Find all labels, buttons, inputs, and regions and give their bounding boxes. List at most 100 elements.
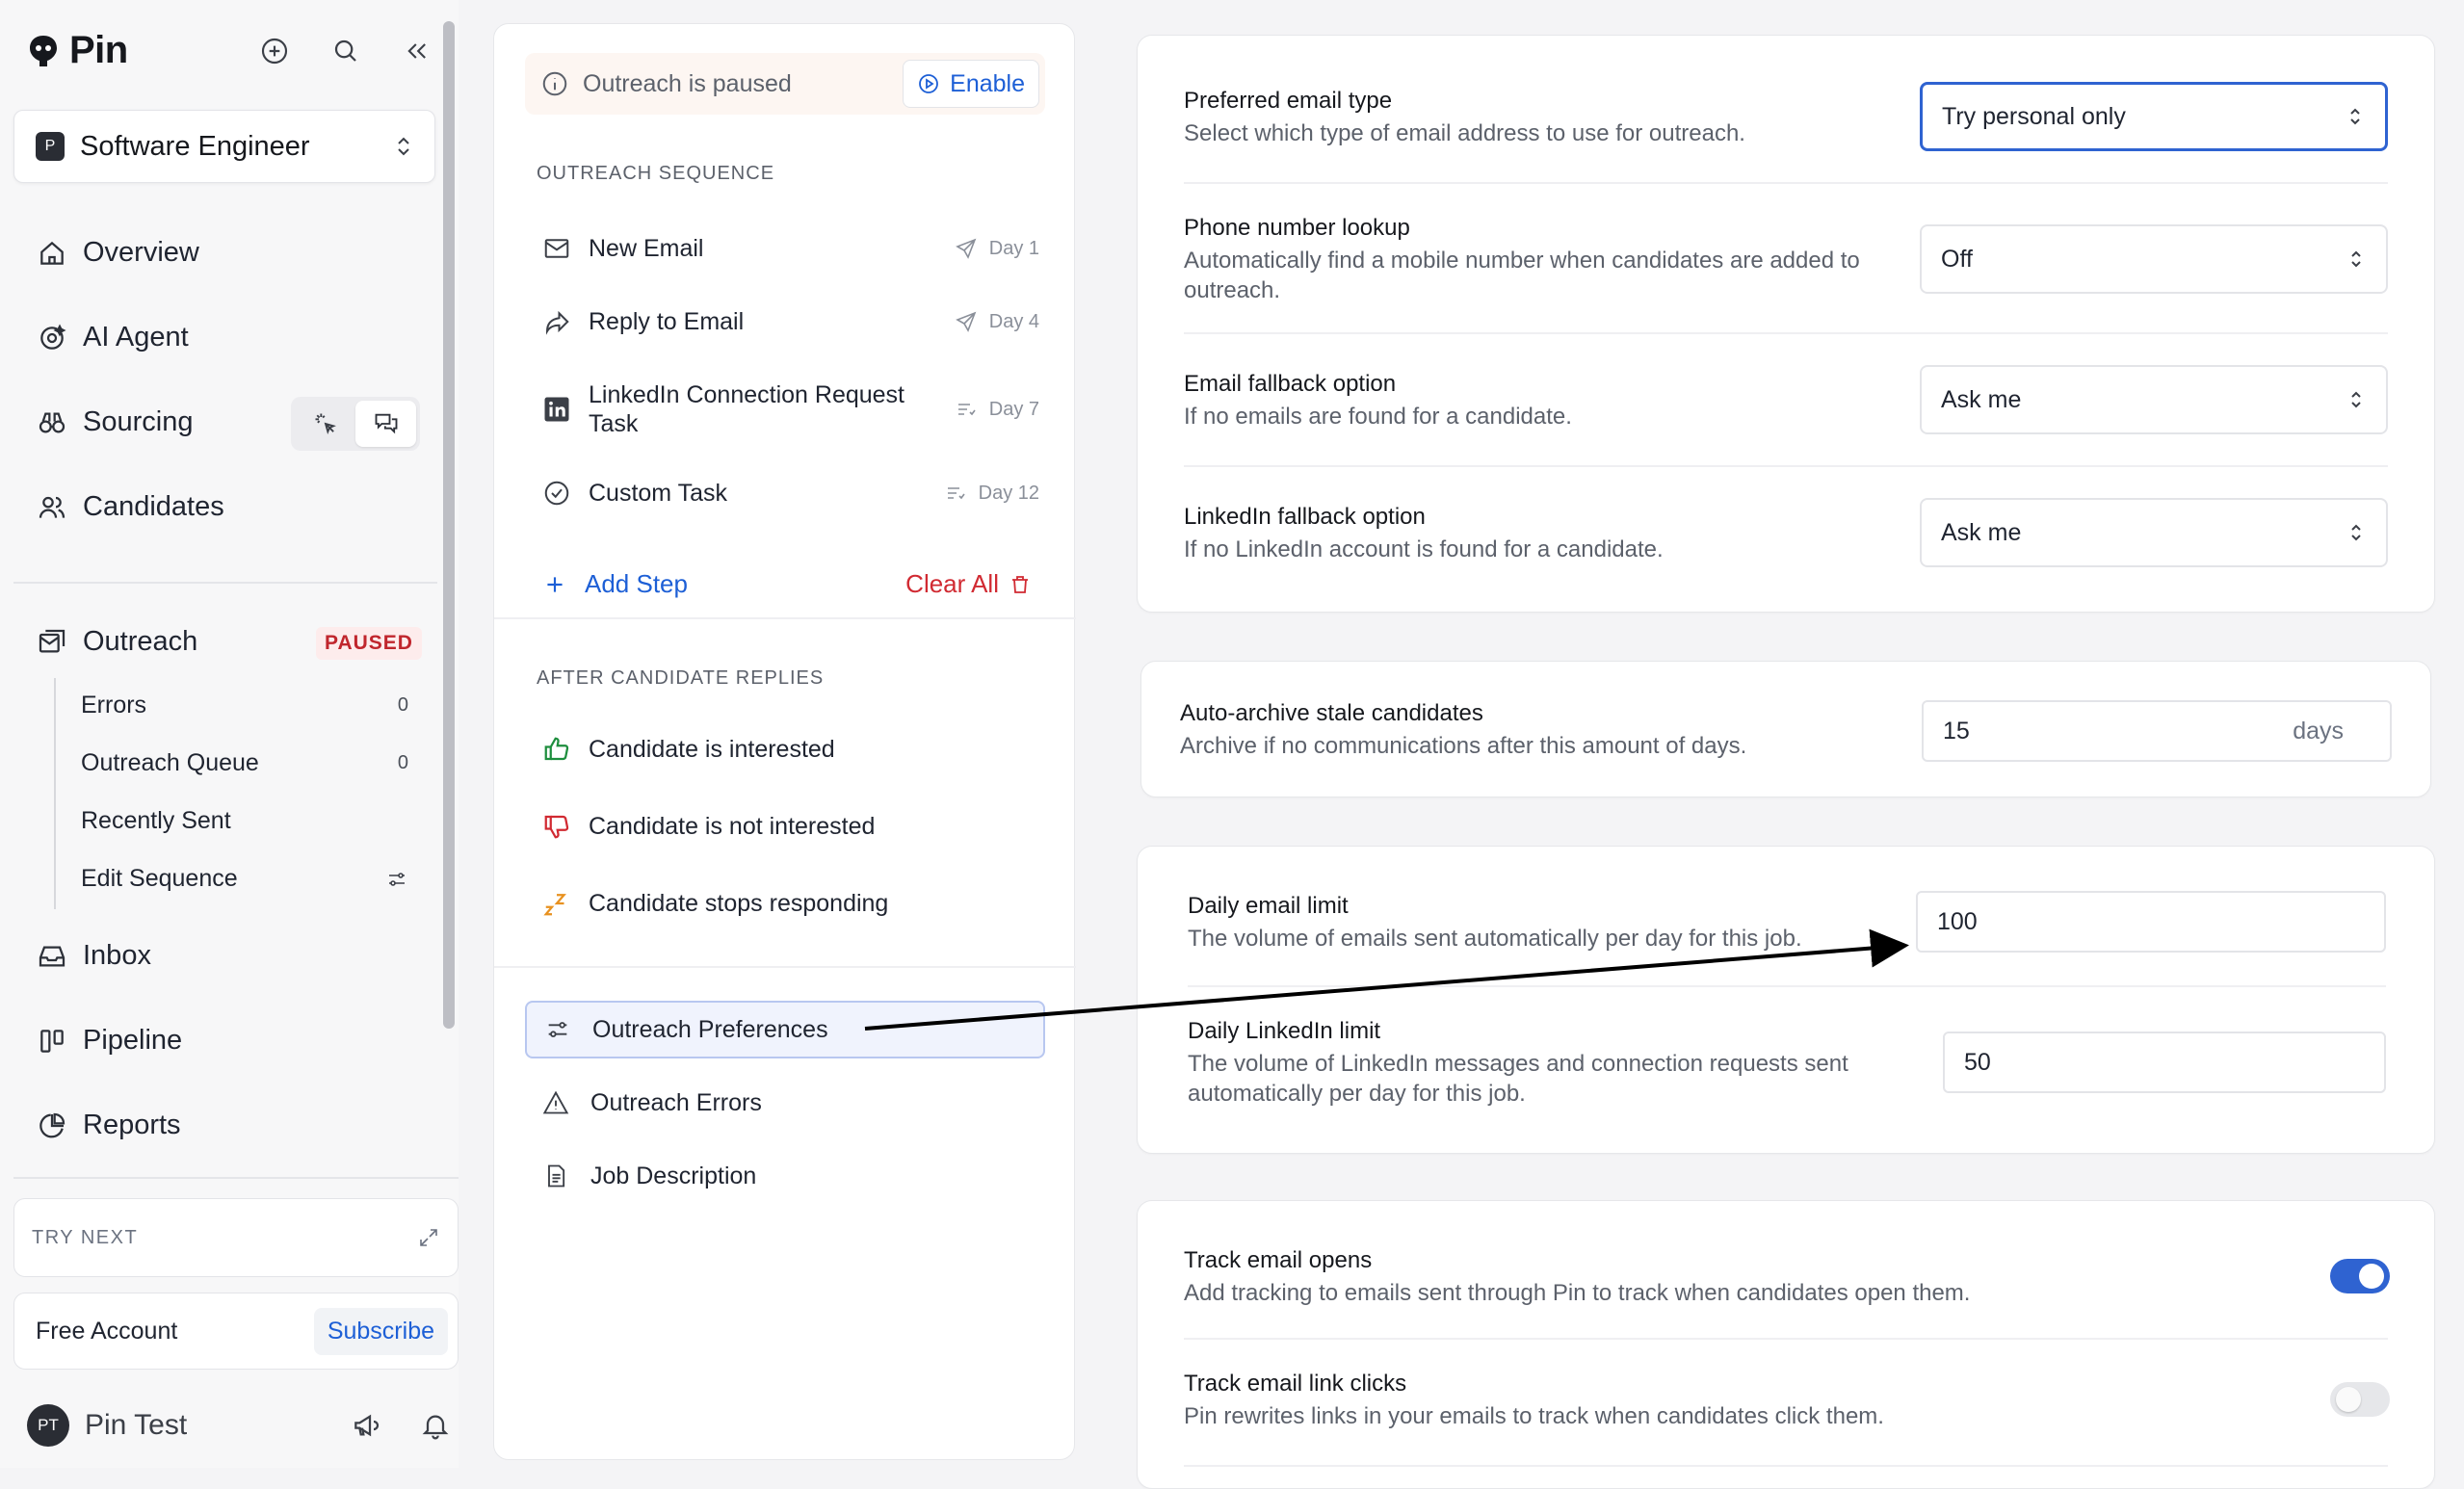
- chevron-updown-icon: [2350, 108, 2360, 125]
- binoculars-icon: [39, 412, 66, 432]
- track-clicks-toggle[interactable]: [2330, 1382, 2390, 1417]
- email-fallback-select[interactable]: Ask me: [1920, 365, 2388, 434]
- sub-item-recently-sent[interactable]: Recently Sent: [81, 807, 408, 835]
- pie-chart-icon: [39, 1112, 66, 1137]
- nav-outreach-preferences[interactable]: Outreach Preferences: [525, 1001, 1045, 1058]
- row-divider: [1184, 465, 2388, 467]
- inbox-icon: [39, 946, 66, 966]
- job-name: Software Engineer: [80, 130, 310, 162]
- thumbs-down-icon: [544, 815, 569, 839]
- nav-reports[interactable]: Reports: [37, 1110, 181, 1141]
- sidebar-scrollbar[interactable]: [443, 21, 455, 1029]
- daily-linkedin-limit-input[interactable]: 50: [1943, 1032, 2386, 1093]
- account-plan: Free Account Subscribe: [13, 1293, 459, 1370]
- avatar[interactable]: PT: [27, 1404, 69, 1447]
- count-badge: 0: [397, 752, 408, 773]
- reply-rule-not-interested[interactable]: Candidate is not interested: [542, 812, 875, 841]
- chevron-updown-icon: [2351, 391, 2361, 408]
- reply-rule-stops-responding[interactable]: Candidate stops responding: [542, 889, 888, 918]
- trash-icon: [1012, 575, 1028, 593]
- sliders-icon: [389, 872, 405, 886]
- section-label-sequence: OUTREACH SEQUENCE: [537, 163, 775, 184]
- app-logo[interactable]: Pin: [27, 29, 128, 72]
- sparkle-cursor-icon[interactable]: [295, 401, 355, 447]
- users-icon: [39, 496, 66, 518]
- preferred-email-select[interactable]: Try personal only: [1920, 82, 2388, 151]
- mail-icon: [544, 239, 569, 258]
- try-next-panel[interactable]: TRY NEXT: [13, 1198, 459, 1277]
- row-divider: [1188, 985, 2386, 987]
- add-step-button[interactable]: Add Step: [542, 569, 688, 599]
- linkedin-fallback-select[interactable]: Ask me: [1920, 498, 2388, 567]
- nav-sourcing[interactable]: Sourcing: [37, 406, 193, 438]
- sourcing-mode-toggle: [291, 397, 420, 451]
- subscribe-button[interactable]: Subscribe: [313, 1307, 448, 1355]
- chevron-updown-icon: [398, 137, 409, 156]
- reply-rule-interested[interactable]: Candidate is interested: [542, 735, 835, 764]
- nav-job-description[interactable]: Job Description: [525, 1147, 1045, 1205]
- auto-archive-days-input[interactable]: 15 days: [1922, 700, 2392, 762]
- days-unit-label: days: [2293, 717, 2344, 744]
- check-circle-icon: [544, 481, 569, 506]
- send-icon: [955, 311, 977, 332]
- nav-outreach[interactable]: Outreach: [37, 626, 197, 658]
- expand-icon[interactable]: [417, 1226, 440, 1249]
- chevron-updown-icon: [2351, 250, 2361, 268]
- sequence-step[interactable]: New Email Day 1: [542, 234, 1039, 263]
- sequence-step[interactable]: LinkedIn Connection Request Task Day 7: [542, 380, 1039, 438]
- task-list-icon: [947, 487, 965, 500]
- nav-outreach-errors[interactable]: Outreach Errors: [525, 1074, 1045, 1132]
- sequence-step[interactable]: Custom Task Day 12: [542, 479, 1039, 508]
- megaphone-icon[interactable]: [351, 1410, 381, 1441]
- nav-inbox[interactable]: Inbox: [37, 940, 151, 972]
- count-badge: 0: [397, 694, 408, 716]
- outreach-paused-banner: Outreach is paused Enable: [525, 53, 1045, 115]
- sub-item-outreach-queue[interactable]: Outreach Queue 0: [81, 749, 408, 777]
- sequence-step[interactable]: Reply to Email Day 4: [542, 307, 1039, 336]
- job-selector[interactable]: P Software Engineer: [13, 110, 435, 183]
- row-divider: [1184, 182, 2388, 184]
- tracking-card: Track email opens Add tracking to emails…: [1137, 1200, 2435, 1489]
- thumbs-up-icon: [544, 737, 569, 761]
- phone-lookup-select[interactable]: Off: [1920, 224, 2388, 294]
- bell-icon[interactable]: [420, 1410, 451, 1441]
- outreach-icon: [39, 629, 66, 652]
- info-icon: [542, 71, 567, 96]
- chat-bubbles-icon[interactable]: [355, 401, 416, 447]
- row-divider: [1184, 332, 2388, 334]
- chevron-updown-icon: [2351, 524, 2361, 541]
- nav-overview[interactable]: Overview: [37, 237, 199, 269]
- track-opens-toggle[interactable]: [2330, 1259, 2390, 1293]
- warning-icon: [542, 1090, 569, 1114]
- row-divider: [1184, 1338, 2388, 1340]
- linkedin-icon: [544, 397, 569, 422]
- sleep-icon: [543, 894, 566, 916]
- enable-outreach-button[interactable]: Enable: [903, 60, 1039, 108]
- nav-ai-agent[interactable]: AI Agent: [37, 322, 189, 353]
- sliders-icon: [548, 1022, 567, 1037]
- add-icon[interactable]: [256, 33, 293, 69]
- nav-candidates[interactable]: Candidates: [37, 491, 224, 523]
- limits-card: Daily email limit The volume of emails s…: [1137, 846, 2435, 1154]
- play-circle-icon: [919, 74, 939, 93]
- section-label-after-replies: AFTER CANDIDATE REPLIES: [537, 667, 825, 689]
- row-divider: [1184, 1465, 2388, 1467]
- home-icon: [40, 241, 64, 265]
- sequence-panel: Outreach is paused Enable OUTREACH SEQUE…: [493, 23, 1076, 1460]
- collapse-sidebar-icon[interactable]: [399, 33, 435, 69]
- task-list-icon: [957, 404, 976, 416]
- app-name: Pin: [69, 29, 128, 71]
- document-icon: [548, 1164, 565, 1188]
- sidebar-divider: [13, 1177, 459, 1179]
- user-name[interactable]: Pin Test: [85, 1409, 351, 1442]
- sidebar-divider: [13, 582, 437, 584]
- send-icon: [955, 238, 977, 259]
- ai-agent-icon: [40, 323, 66, 350]
- search-icon[interactable]: [328, 33, 364, 69]
- clear-all-button[interactable]: Clear All: [905, 569, 1032, 599]
- sub-item-errors[interactable]: Errors 0: [81, 692, 408, 719]
- sub-item-edit-sequence[interactable]: Edit Sequence: [81, 865, 408, 893]
- nav-pipeline[interactable]: Pipeline: [37, 1025, 182, 1057]
- outreach-paused-badge: PAUSED: [316, 627, 422, 660]
- daily-email-limit-input[interactable]: 100: [1916, 891, 2386, 953]
